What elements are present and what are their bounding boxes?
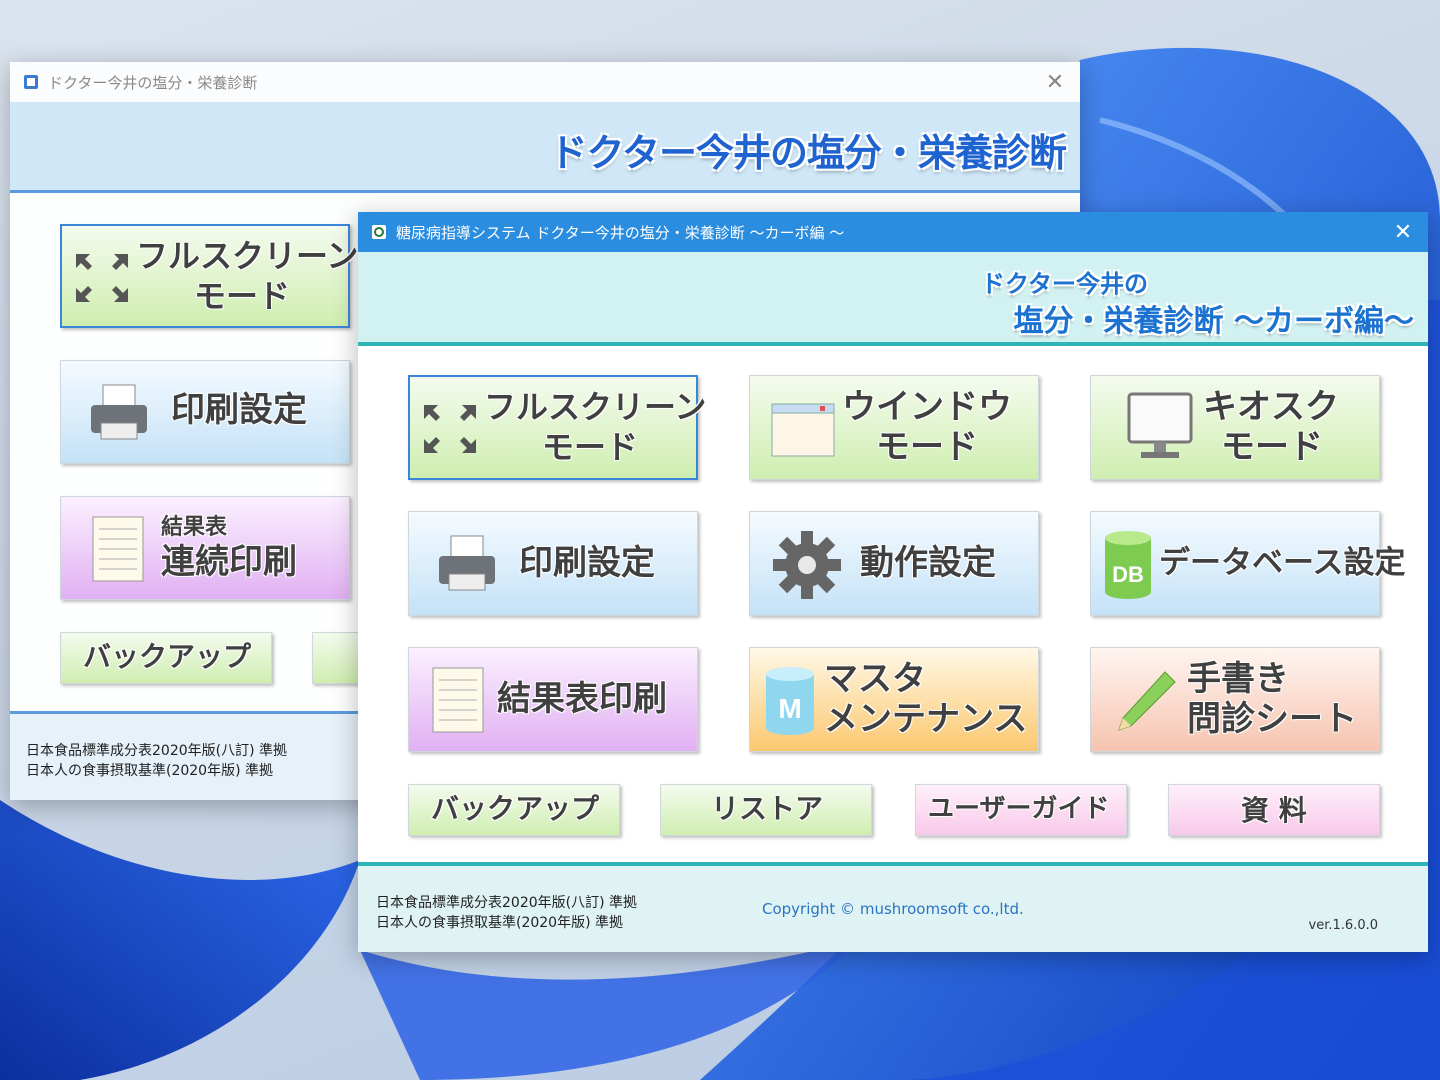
close-icon[interactable]: ✕ [1388, 218, 1418, 246]
pencil-icon [1118, 671, 1176, 731]
handwritten-label-line1: 手書き [1187, 659, 1289, 699]
operation-settings-label: 動作設定 [860, 543, 996, 583]
continuous-print-label-line1: 結果表 [161, 515, 228, 540]
restore-label: リストア [711, 792, 824, 825]
master-label-line1: マスタ [824, 659, 926, 699]
back-window-titlebar[interactable]: ドクター今井の塩分・栄養診断 ✕ [10, 62, 1080, 102]
user-guide-label: ユーザーガイド [928, 794, 1110, 824]
window-mode-label-line2: モード [876, 427, 978, 467]
backup-label: バックアップ [83, 640, 252, 673]
app-icon [22, 73, 40, 91]
banner-title: ドクター今井の塩分・栄養診断 [549, 131, 1067, 175]
svg-text:M: M [778, 693, 801, 724]
svg-text:DB: DB [1112, 562, 1144, 587]
intake-standard-note: 日本人の食事摂取基準(2020年版) 準拠 [26, 763, 274, 779]
master-label-line2: メンテナンス [824, 699, 1028, 739]
window-icon [771, 403, 835, 457]
window-mode-button[interactable]: ウインドウ モード [749, 375, 1039, 480]
fullscreen-arrows-icon [76, 254, 128, 302]
user-guide-button[interactable]: ユーザーガイド [915, 784, 1127, 836]
printer-icon [439, 535, 495, 591]
print-settings-label: 印刷設定 [519, 543, 655, 583]
fullscreen-label-line1: フルスクリーン [136, 237, 359, 275]
copyright-text: Copyright © mushroomsoft co.,ltd. [762, 900, 1024, 918]
front-window-banner: ドクター今井の 塩分・栄養診断 ～カーボ編～ [358, 252, 1428, 346]
continuous-print-label-line2: 連続印刷 [161, 542, 297, 582]
print-settings-button[interactable]: 印刷設定 [408, 511, 698, 616]
fullscreen-mode-button[interactable]: フルスクリーン モード [60, 224, 358, 328]
kiosk-mode-label-line2: モード [1221, 427, 1323, 467]
kiosk-mode-label-line1: キオスク [1203, 387, 1339, 427]
master-db-icon: M [766, 667, 814, 735]
front-window-titlebar[interactable]: 糖尿病指導システム ドクター今井の塩分・栄養診断 ～カーボ編 ～ ✕ [358, 212, 1428, 252]
print-settings-label: 印刷設定 [171, 390, 307, 430]
window-mode-label-line1: ウインドウ [842, 387, 1012, 427]
handwritten-sheet-button[interactable]: 手書き 問診シート [1090, 647, 1380, 752]
kiosk-mode-button[interactable]: キオスク モード [1090, 375, 1380, 480]
fullscreen-arrows-icon [424, 405, 476, 453]
front-app-window: 糖尿病指導システム ドクター今井の塩分・栄養診断 ～カーボ編 ～ ✕ ドクター今… [358, 212, 1428, 952]
intake-standard-note: 日本人の食事摂取基準(2020年版) 準拠 [376, 915, 624, 931]
restore-button[interactable]: リストア [660, 784, 872, 836]
database-settings-button[interactable]: DB データベース設定 [1090, 511, 1405, 616]
fullscreen-label-line1: フルスクリーン [484, 388, 707, 426]
print-settings-button[interactable]: 印刷設定 [60, 360, 350, 464]
backup-button[interactable]: バックアップ [60, 632, 272, 684]
gear-icon [773, 531, 841, 599]
banner-title-line2: 塩分・栄養診断 ～カーボ編～ [1013, 304, 1414, 339]
fullscreen-label-line2: モード [542, 428, 639, 466]
database-settings-label: データベース設定 [1159, 545, 1406, 581]
food-table-note: 日本食品標準成分表2020年版(八訂) 準拠 [376, 895, 638, 911]
app-icon [370, 223, 388, 241]
backup-button[interactable]: バックアップ [408, 784, 620, 836]
monitor-icon [1127, 392, 1193, 458]
master-maintenance-button[interactable]: M マスタ メンテナンス [749, 647, 1039, 752]
database-icon: DB [1105, 531, 1151, 599]
results-print-label: 結果表印刷 [497, 679, 667, 719]
printer-icon [91, 384, 147, 440]
materials-button[interactable]: 資 料 [1168, 784, 1380, 836]
food-table-note: 日本食品標準成分表2020年版(八訂) 準拠 [26, 743, 288, 759]
materials-label: 資 料 [1241, 794, 1307, 827]
front-window-footer: 日本食品標準成分表2020年版(八訂) 準拠 日本人の食事摂取基準(2020年版… [358, 862, 1428, 952]
back-window-title: ドクター今井の塩分・栄養診断 [48, 73, 258, 92]
fullscreen-label-line2: モード [194, 277, 291, 315]
document-icon [92, 516, 144, 582]
handwritten-label-line2: 問診シート [1187, 699, 1357, 739]
version-text: ver.1.6.0.0 [1308, 918, 1378, 933]
fullscreen-mode-button[interactable]: フルスクリーン モード [408, 375, 706, 480]
backup-label: バックアップ [431, 792, 600, 825]
front-window-title: 糖尿病指導システム ドクター今井の塩分・栄養診断 ～カーボ編 ～ [396, 223, 845, 242]
close-icon[interactable]: ✕ [1040, 68, 1070, 96]
back-window-banner: ドクター今井の塩分・栄養診断 [10, 102, 1080, 193]
banner-title-line1: ドクター今井の [980, 270, 1148, 298]
continuous-print-button[interactable]: 結果表 連続印刷 [60, 496, 350, 600]
operation-settings-button[interactable]: 動作設定 [749, 511, 1039, 616]
document-icon [432, 667, 484, 733]
results-print-button[interactable]: 結果表印刷 [408, 647, 698, 752]
